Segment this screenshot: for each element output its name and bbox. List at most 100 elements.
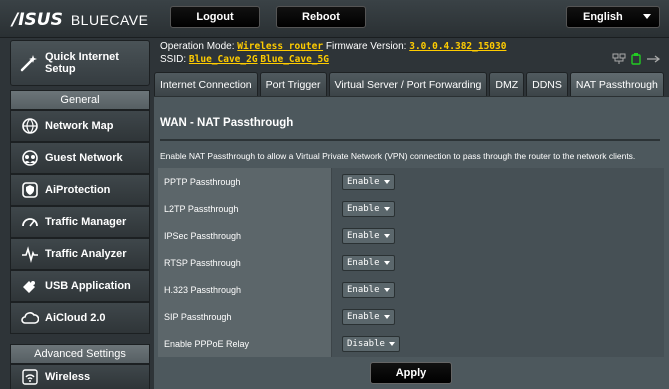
advanced-settings-heading: Advanced Settings: [10, 344, 150, 364]
brand-logo-text: /ISUS: [12, 10, 63, 30]
table-row: PPTP Passthrough Enable: [158, 168, 664, 195]
language-select[interactable]: English: [566, 6, 660, 28]
h323-select[interactable]: Enable: [342, 281, 395, 298]
nav-item-usb-application[interactable]: USB Application: [10, 270, 150, 302]
nav-label: AiCloud 2.0: [45, 312, 106, 324]
usb-status-icon[interactable]: [630, 53, 642, 65]
status-icons: [612, 53, 660, 65]
row-label: IPSec Passthrough: [158, 222, 332, 249]
pptp-select[interactable]: Enable: [342, 173, 395, 190]
cloud-icon: [21, 312, 39, 324]
tab-nat-passthrough[interactable]: NAT Passthrough: [569, 72, 664, 96]
firmware-link[interactable]: 3.0.0.4.382_15030: [409, 41, 506, 52]
network-map-icon: [22, 118, 38, 134]
nav-item-traffic-manager[interactable]: Traffic Manager: [10, 206, 150, 238]
select-value: Enable: [347, 284, 380, 295]
table-row: IPSec Passthrough Enable: [158, 222, 664, 249]
row-value-cell: Enable: [332, 222, 664, 249]
nav-item-traffic-analyzer[interactable]: Traffic Analyzer: [10, 238, 150, 270]
reboot-button[interactable]: Reboot: [276, 6, 366, 28]
nav-item-aicloud[interactable]: AiCloud 2.0: [10, 302, 150, 334]
page-description: Enable NAT Passthrough to allow a Virtua…: [160, 151, 636, 161]
ssid-prefix: SSID:: [160, 54, 187, 65]
table-row: L2TP Passthrough Enable: [158, 195, 664, 222]
chevron-down-icon: [643, 14, 651, 19]
row-value-cell: Disable: [332, 330, 664, 357]
language-label: English: [583, 11, 623, 23]
opmode-link[interactable]: Wireless router: [237, 41, 323, 52]
row-label: SIP Passthrough: [158, 303, 332, 330]
top-header: /ISUS BLUECAVE Logout Reboot English: [0, 0, 669, 38]
chevron-down-icon: [383, 260, 390, 265]
router-admin-page: /ISUS BLUECAVE Logout Reboot English Qui…: [0, 0, 669, 389]
chevron-down-icon: [383, 287, 390, 292]
select-value: Disable: [347, 338, 385, 349]
table-row: H.323 Passthrough Enable: [158, 276, 664, 303]
l2tp-select[interactable]: Enable: [342, 200, 395, 217]
row-label: L2TP Passthrough: [158, 195, 332, 222]
quick-setup-label: Quick Internet Setup: [45, 51, 119, 75]
clients-icon[interactable]: [612, 53, 626, 65]
wifi-icon: [22, 369, 38, 385]
table-row: Enable PPPoE Relay Disable: [158, 330, 664, 357]
model-name: BLUECAVE: [70, 12, 149, 28]
row-value-cell: Enable: [332, 168, 664, 195]
pulse-icon: [22, 246, 38, 263]
nav-label: Guest Network: [45, 152, 123, 164]
tab-virtual-server[interactable]: Virtual Server / Port Forwarding: [328, 72, 488, 96]
nav-label: Network Map: [45, 120, 114, 132]
status-bar: Operation Mode: Wireless router Firmware…: [160, 40, 660, 70]
opmode-prefix: Operation Mode:: [160, 41, 235, 52]
table-row: RTSP Passthrough Enable: [158, 249, 664, 276]
select-value: Enable: [347, 176, 380, 187]
ipsec-select[interactable]: Enable: [342, 227, 395, 244]
gauge-icon: [22, 218, 38, 227]
nav-item-wireless[interactable]: Wireless: [10, 364, 150, 389]
select-value: Enable: [347, 203, 380, 214]
nav-item-aiprotection[interactable]: AiProtection: [10, 174, 150, 206]
rtsp-select[interactable]: Enable: [342, 254, 395, 271]
tab-dmz[interactable]: DMZ: [489, 72, 525, 96]
page-title: WAN - NAT Passthrough: [160, 117, 294, 129]
nav-item-network-map[interactable]: Network Map: [10, 110, 150, 142]
nav-item-guest-network[interactable]: Guest Network: [10, 142, 150, 174]
nav-label: Traffic Analyzer: [45, 248, 127, 260]
row-value-cell: Enable: [332, 276, 664, 303]
nav-label: AiProtection: [45, 184, 111, 196]
tab-bar: Internet Connection Port Trigger Virtual…: [154, 72, 666, 96]
ssid-2g-link[interactable]: Blue_Cave_2G: [189, 54, 258, 65]
general-heading: General: [10, 90, 150, 110]
chevron-down-icon: [383, 206, 390, 211]
wand-icon: [20, 55, 37, 72]
chevron-down-icon: [383, 314, 390, 319]
ssid-5g-link[interactable]: Blue_Cave_5G: [260, 54, 329, 65]
nav-label: USB Application: [45, 280, 131, 292]
row-label: RTSP Passthrough: [158, 249, 332, 276]
status-line-mode: Operation Mode: Wireless router Firmware…: [160, 40, 660, 53]
title-divider: [160, 139, 660, 141]
row-label: PPTP Passthrough: [158, 168, 332, 195]
tab-internet-connection[interactable]: Internet Connection: [154, 72, 258, 96]
tab-ddns[interactable]: DDNS: [526, 72, 568, 96]
guest-network-icon: [22, 150, 38, 166]
select-value: Enable: [347, 311, 380, 322]
pppoe-relay-select[interactable]: Disable: [342, 335, 400, 352]
quick-internet-setup-button[interactable]: Quick Internet Setup: [10, 40, 150, 86]
sip-select[interactable]: Enable: [342, 308, 395, 325]
nav-label: Wireless: [45, 371, 91, 383]
main-content: WAN - NAT Passthrough Enable NAT Passthr…: [154, 96, 669, 389]
firmware-prefix: Firmware Version:: [325, 41, 407, 52]
row-label: Enable PPPoE Relay: [158, 330, 332, 357]
status-line-ssid: SSID: Blue_Cave_2G Blue_Cave_5G: [160, 53, 660, 66]
apply-button[interactable]: Apply: [370, 362, 452, 384]
chevron-down-icon: [388, 341, 395, 346]
network-status-icon[interactable]: [646, 53, 660, 65]
row-value-cell: Enable: [332, 195, 664, 222]
nav-label: Traffic Manager: [45, 216, 127, 228]
sidebar: Quick Internet Setup General Network Map…: [10, 40, 150, 389]
table-row: SIP Passthrough Enable: [158, 303, 664, 330]
row-label: H.323 Passthrough: [158, 276, 332, 303]
logout-button[interactable]: Logout: [170, 6, 260, 28]
tab-port-trigger[interactable]: Port Trigger: [259, 72, 327, 96]
asus-logo[interactable]: /ISUS BLUECAVE: [12, 10, 149, 30]
